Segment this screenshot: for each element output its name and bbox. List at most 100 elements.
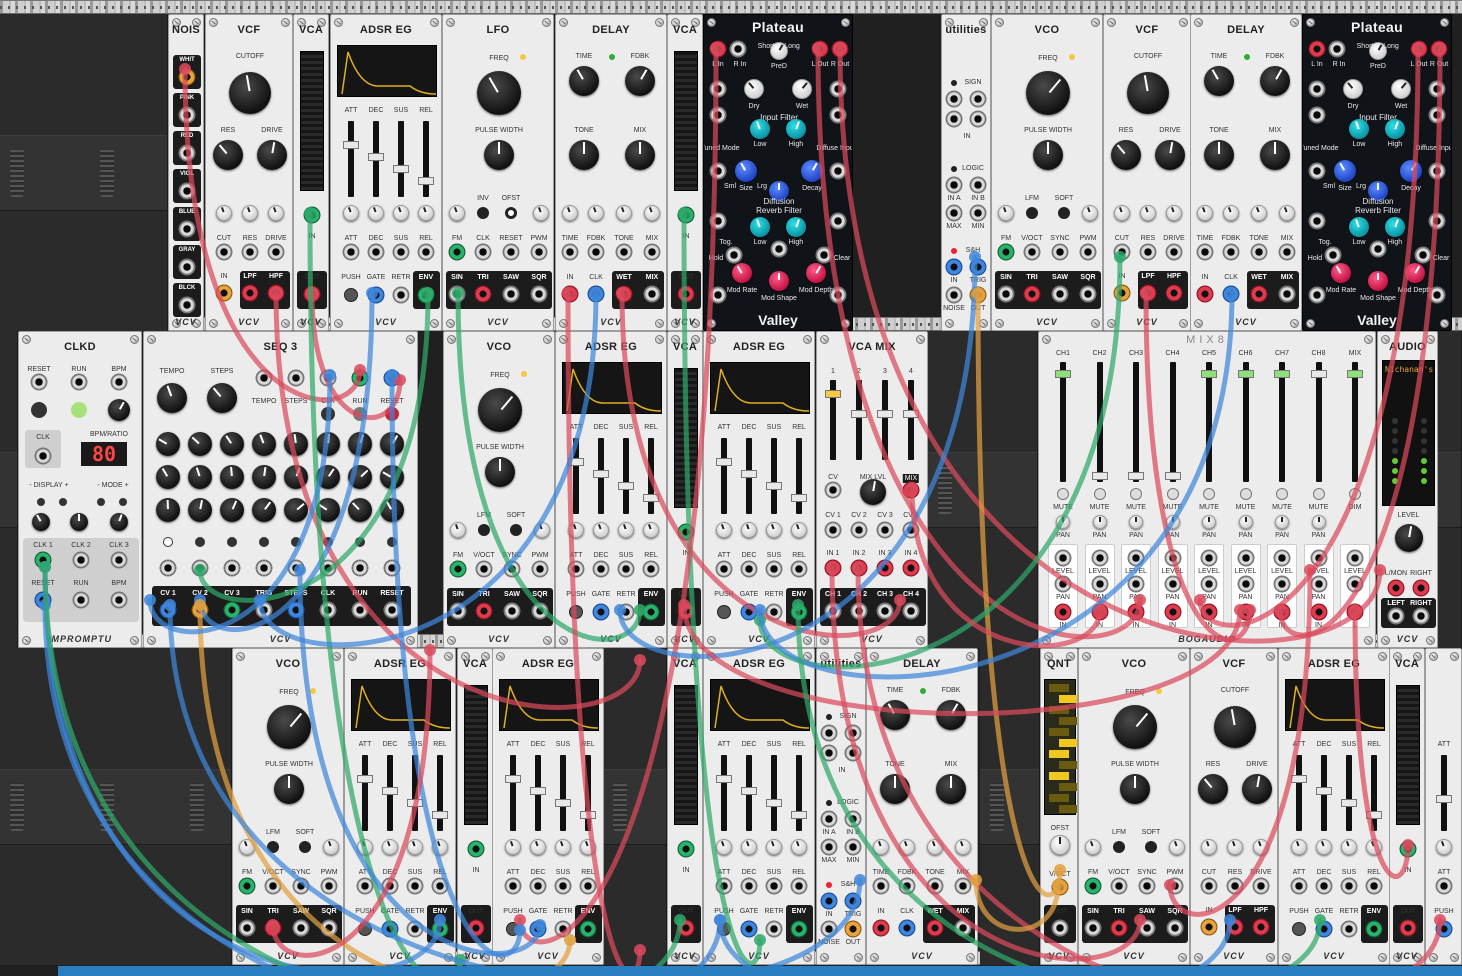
clock-button[interactable] [321,407,335,421]
delay-jack[interactable] [561,285,579,303]
cv-input-jack[interactable] [677,840,695,858]
mode-knob[interactable] [110,513,128,531]
level-cv-jack[interactable] [1164,549,1181,567]
seq-control-jack[interactable] [287,369,305,387]
cv-input-jack[interactable] [1428,106,1446,124]
cv-input-jack[interactable] [1200,877,1218,895]
reset-button[interactable] [31,402,47,418]
lpf-output-jack[interactable] [1226,918,1244,936]
seq-output-jack[interactable] [319,601,337,619]
time-knob[interactable] [1204,66,1234,96]
note-key[interactable] [1049,728,1069,736]
channel-fader[interactable] [1128,362,1144,482]
mod-depth-knob[interactable] [1405,263,1425,283]
adsr-slider[interactable] [530,755,546,831]
mute-button[interactable] [1166,488,1179,500]
trigger-input-jack[interactable] [969,258,987,276]
push-button[interactable] [506,922,520,936]
retrigger-input-jack[interactable] [392,286,410,304]
slider-handle[interactable] [432,811,448,819]
steps-knob[interactable] [207,383,237,413]
delay-jack[interactable] [615,285,633,303]
cv-attenuator-knob[interactable] [505,839,521,855]
channel-input-jack[interactable] [824,559,842,577]
cv-input-jack[interactable] [765,560,783,578]
cv-input-jack[interactable] [926,877,944,895]
run-button[interactable] [71,402,87,418]
frequency-knob[interactable] [478,388,522,432]
waveform-output-jack[interactable] [502,285,520,303]
cv-input-jack[interactable] [367,243,385,261]
cv-attenuator-knob[interactable] [242,205,258,221]
delay-jack[interactable] [1196,285,1214,303]
retrigger-input-jack[interactable] [406,920,424,938]
utility-jack[interactable] [820,810,838,828]
push-button[interactable] [569,605,583,619]
step-knob[interactable] [156,465,180,489]
channel-fader[interactable] [1310,362,1327,482]
step-knob[interactable] [252,465,276,489]
cv-input-jack[interactable] [241,243,259,261]
step-knob[interactable] [380,465,404,489]
cv-input-jack[interactable] [740,877,758,895]
audio-output-jack[interactable] [467,919,485,937]
step-knob[interactable] [188,498,212,522]
cv-attenuator-knob[interactable] [716,839,732,855]
cv-input-jack[interactable] [1324,246,1342,264]
cv-input-jack[interactable] [1084,877,1102,895]
control-output-jack[interactable] [34,591,52,609]
pwm-attenuator-knob[interactable] [534,522,550,538]
cv-input-jack[interactable] [1196,243,1214,261]
channel-input-jack[interactable] [1273,603,1291,621]
cv-input-jack[interactable] [529,877,547,895]
slider-handle[interactable] [791,811,807,819]
fm-attenuator-knob[interactable] [450,522,466,538]
retrigger-input-jack[interactable] [554,920,572,938]
right-output-jack[interactable] [1412,607,1430,625]
cv-input-jack[interactable] [1315,877,1333,895]
pulse-width-knob[interactable] [1120,774,1150,804]
slider-handle[interactable] [593,470,609,478]
slider-handle[interactable] [580,811,596,819]
envelope-output-jack[interactable] [579,920,597,938]
channel-fader[interactable] [1201,362,1217,482]
cv-input-jack[interactable] [417,243,435,261]
cv-attenuator-knob[interactable] [1316,839,1332,855]
delay-jack[interactable] [1250,285,1268,303]
adsr-slider[interactable] [618,438,634,514]
cv-attenuator-knob[interactable] [766,839,782,855]
step-knob[interactable] [220,498,244,522]
cv-attenuator-knob[interactable] [393,205,409,221]
note-key[interactable] [1049,772,1069,780]
feedback-knob[interactable] [936,700,966,730]
gate-output-jack[interactable] [351,559,369,577]
cv-input-jack[interactable] [554,877,572,895]
waveform-output-jack[interactable] [292,919,310,937]
cv-input-jack[interactable] [215,243,233,261]
adsr-slider[interactable] [357,755,373,831]
envelope-output-jack[interactable] [642,603,660,621]
cv-input-jack[interactable] [504,877,522,895]
adsr-slider[interactable] [407,755,423,831]
frequency-knob[interactable] [267,705,311,749]
adsr-slider[interactable] [1341,755,1357,831]
note-key[interactable] [1059,783,1077,791]
note-key[interactable] [1049,794,1069,802]
cv-input-jack[interactable] [561,243,579,261]
size-knob[interactable] [1334,160,1356,182]
sample-input-jack[interactable] [945,258,963,276]
sample-input-jack[interactable] [820,892,838,910]
cv-attenuator-knob[interactable] [588,205,604,221]
cv-input-jack[interactable] [1250,243,1268,261]
cv-input-jack[interactable] [356,877,374,895]
seq-output-jack[interactable] [223,601,241,619]
cv-attenuator-knob[interactable] [418,205,434,221]
tone-knob[interactable] [569,140,599,170]
envelope-output-jack[interactable] [1365,920,1383,938]
cv-input-jack[interactable] [1340,877,1358,895]
left-output-jack[interactable] [811,40,829,58]
delay-jack[interactable] [898,919,916,937]
invert-button[interactable] [477,207,489,219]
adsr-slider[interactable] [593,438,609,514]
cv-input-jack[interactable] [1428,212,1446,230]
